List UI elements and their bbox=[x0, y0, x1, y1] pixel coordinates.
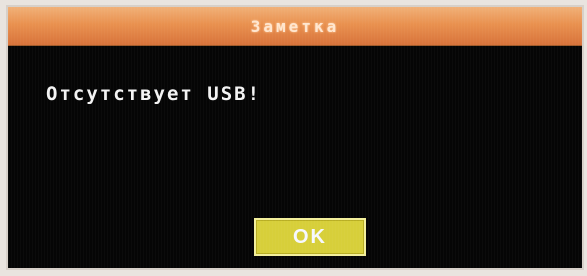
dialog-title: Заметка bbox=[250, 16, 340, 36]
dialog-title-bar: Заметка bbox=[8, 7, 582, 46]
notice-dialog: Заметка Отсутствует USB! OK bbox=[6, 5, 584, 270]
ok-button[interactable]: OK bbox=[254, 218, 366, 256]
dialog-message: Отсутствует USB! bbox=[46, 83, 262, 105]
